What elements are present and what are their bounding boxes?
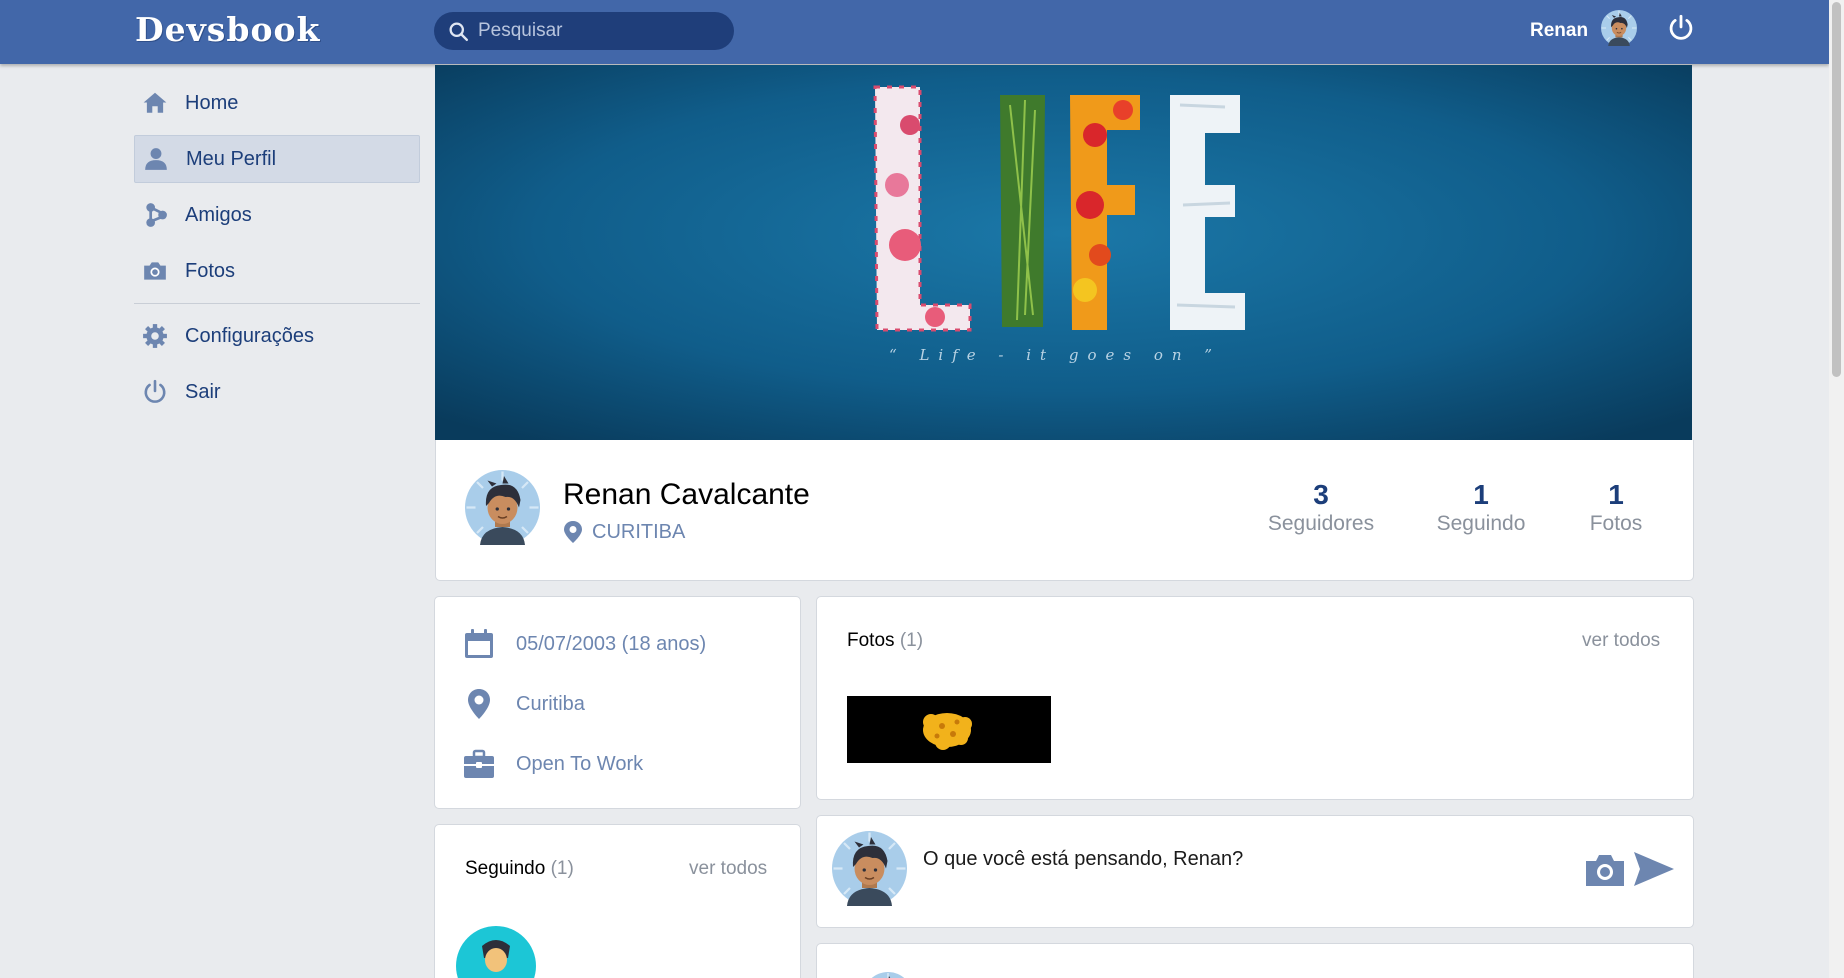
stat-photos[interactable]: 1 Fotos xyxy=(1578,479,1654,536)
profile-cover-image: “ Life - it goes on ” xyxy=(435,65,1692,440)
info-city-text: Curitiba xyxy=(516,692,585,715)
photos-title-text: Fotos xyxy=(847,630,895,651)
stat-label: Fotos xyxy=(1589,512,1643,535)
stat-following[interactable]: 1 Seguindo xyxy=(1429,479,1533,536)
stat-label: Seguidores xyxy=(1267,512,1375,535)
sidebar-item-label: Fotos xyxy=(185,259,236,282)
app-logo[interactable]: Devsbook xyxy=(135,10,320,49)
following-friend-avatar[interactable] xyxy=(456,926,536,978)
user-icon xyxy=(143,146,169,172)
photos-see-all-link[interactable]: ver todos xyxy=(1582,630,1660,652)
following-see-all-link[interactable]: ver todos xyxy=(689,858,767,880)
search-box[interactable] xyxy=(434,12,734,50)
sidebar-divider xyxy=(134,303,420,304)
info-work: Open To Work xyxy=(463,748,643,780)
sidebar-item-label: Meu Perfil xyxy=(186,147,277,170)
photos-card-title: Fotos (1) xyxy=(847,630,923,652)
location-pin-icon xyxy=(564,521,582,543)
gear-icon xyxy=(142,323,168,349)
photos-card: Fotos (1) ver todos xyxy=(816,596,1694,800)
sidebar-item-label: Amigos xyxy=(185,203,252,226)
sidebar-item-home[interactable]: Home xyxy=(134,79,420,127)
profile-name: Renan Cavalcante xyxy=(563,478,810,511)
calendar-icon xyxy=(465,629,493,658)
sidebar-item-label: Configurações xyxy=(185,324,314,347)
photo-thumbnail[interactable] xyxy=(847,696,1051,763)
camera-icon xyxy=(142,258,168,284)
post-author-avatar[interactable] xyxy=(863,972,913,978)
search-input[interactable] xyxy=(478,20,718,42)
sidebar-nav: Home Meu Perfil Amigos Fotos Configuraçõ… xyxy=(134,79,420,424)
header-avatar[interactable] xyxy=(1601,10,1637,46)
post-composer-card xyxy=(816,815,1694,928)
logout-power-icon[interactable] xyxy=(1667,14,1695,42)
camera-icon[interactable] xyxy=(1585,852,1625,888)
profile-header-card: Renan Cavalcante CURITIBA 3 Seguidores 1… xyxy=(435,440,1694,581)
following-count: (1) xyxy=(550,858,574,879)
profile-avatar[interactable] xyxy=(465,470,540,545)
profile-location-text: CURITIBA xyxy=(592,520,686,543)
info-work-text: Open To Work xyxy=(516,752,644,775)
page-scrollbar[interactable] xyxy=(1829,0,1844,978)
sidebar-item-label: Sair xyxy=(185,380,221,403)
profile-info-card: 05/07/2003 (18 anos) Curitiba Open To Wo… xyxy=(434,596,801,809)
sidebar-item-logout[interactable]: Sair xyxy=(134,368,420,416)
top-header: Devsbook Renan xyxy=(0,0,1829,64)
power-icon xyxy=(142,379,168,405)
friends-icon xyxy=(142,202,168,228)
info-city: Curitiba xyxy=(463,688,585,720)
stat-label: Seguindo xyxy=(1436,512,1526,535)
briefcase-icon xyxy=(464,749,494,778)
home-icon xyxy=(142,90,168,116)
following-card-title: Seguindo (1) xyxy=(465,858,574,880)
sidebar-item-photos[interactable]: Fotos xyxy=(134,247,420,295)
following-title-text: Seguindo xyxy=(465,858,546,879)
search-icon xyxy=(449,21,469,41)
stat-value: 1 xyxy=(1608,479,1624,510)
sidebar-item-settings[interactable]: Configurações xyxy=(134,312,420,360)
send-icon[interactable] xyxy=(1633,851,1675,887)
location-pin-icon xyxy=(468,689,490,719)
post-text-input[interactable] xyxy=(923,848,1543,871)
feed-post-card xyxy=(816,943,1694,978)
sidebar-item-label: Home xyxy=(185,91,239,114)
cover-caption: “ Life - it goes on ” xyxy=(889,346,1221,364)
profile-location: CURITIBA xyxy=(563,520,685,544)
stat-followers[interactable]: 3 Seguidores xyxy=(1264,479,1378,536)
sidebar-item-friends[interactable]: Amigos xyxy=(134,191,420,239)
header-user-name[interactable]: Renan xyxy=(1530,20,1588,42)
stat-value: 3 xyxy=(1313,479,1329,510)
composer-avatar xyxy=(832,831,907,906)
following-card: Seguindo (1) ver todos xyxy=(434,824,801,978)
scrollbar-thumb[interactable] xyxy=(1832,2,1841,377)
sidebar-item-profile[interactable]: Meu Perfil xyxy=(134,135,420,183)
info-birthdate: 05/07/2003 (18 anos) xyxy=(463,628,706,660)
stat-value: 1 xyxy=(1473,479,1489,510)
info-birthdate-text: 05/07/2003 (18 anos) xyxy=(516,632,707,655)
photos-count: (1) xyxy=(899,630,924,651)
